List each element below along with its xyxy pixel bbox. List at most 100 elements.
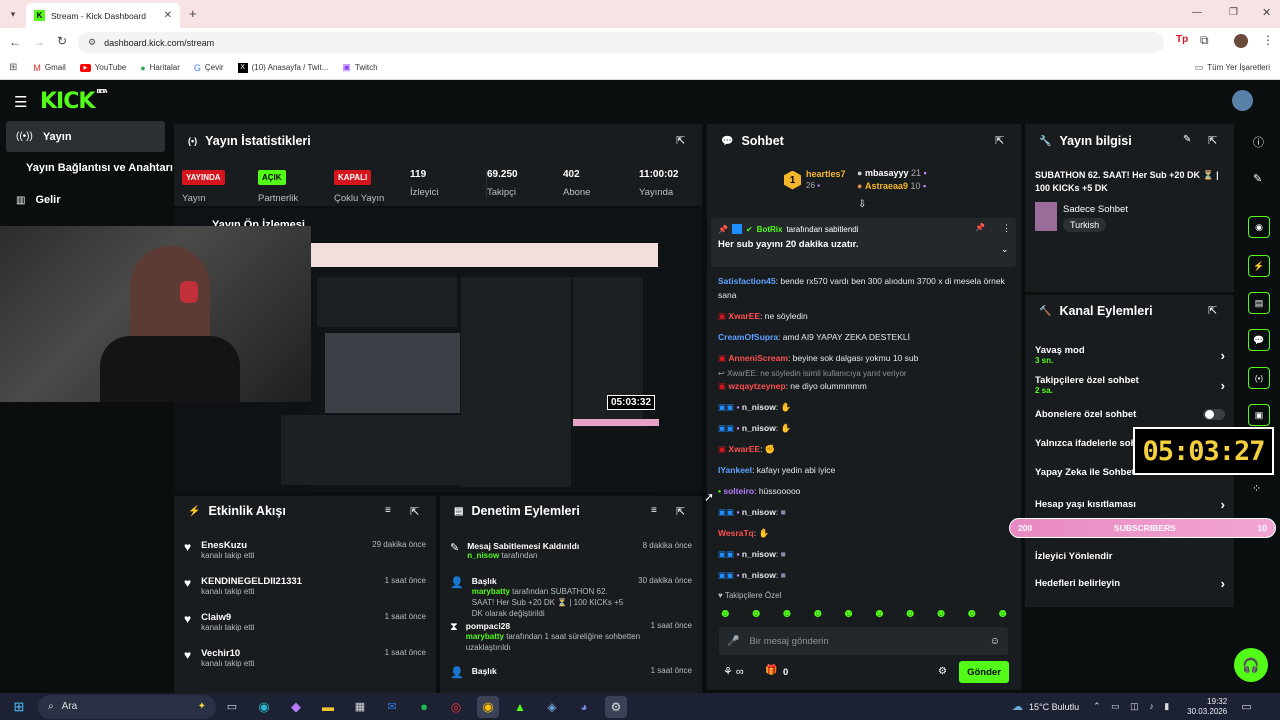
kick-logo[interactable]: KICK BETA xyxy=(40,89,108,114)
bookmark-youtube[interactable]: ▶ YouTube xyxy=(79,63,126,72)
site-info-icon[interactable]: ⚙ xyxy=(88,37,96,48)
weather-text[interactable]: 15°C Bulutlu xyxy=(1029,702,1079,712)
filter-icon[interactable]: ≡ xyxy=(385,505,391,516)
broadcast-icon[interactable]: (•) xyxy=(1248,367,1270,389)
help-button[interactable]: 🎧 xyxy=(1234,648,1268,682)
mod-user[interactable]: marybatty xyxy=(466,632,504,641)
emoji-picker-icon[interactable]: ☺ xyxy=(990,636,1000,647)
category-name[interactable]: Sadece Sohbet xyxy=(1063,204,1128,215)
chat-user[interactable]: CreamOfSupra xyxy=(718,332,778,342)
user-avatar[interactable] xyxy=(1232,90,1253,111)
edit-icon[interactable]: ✎ xyxy=(1253,172,1262,185)
action-subs-only[interactable]: Abonelere özel sohbet xyxy=(1035,409,1225,420)
bookmark-twitch[interactable]: ▣ Twitch xyxy=(342,62,377,73)
settings-gear-icon[interactable]: ⚙ xyxy=(938,666,947,677)
clock[interactable]: 19:32 30.03.2026 xyxy=(1187,697,1227,717)
expand-icon[interactable]: ⇱ xyxy=(995,134,1004,147)
chat-user[interactable]: XwarEE xyxy=(728,444,760,454)
all-bookmarks[interactable]: ▭ Tüm Yer İşaretleri xyxy=(1195,62,1270,73)
reload-icon[interactable]: ↻ xyxy=(57,34,67,48)
chat-user[interactable]: XwarEE xyxy=(728,311,760,321)
copilot-icon[interactable]: ◆ xyxy=(285,696,307,718)
bookmark-gmail[interactable]: M Gmail xyxy=(33,63,65,73)
chat-user[interactable]: solteiro xyxy=(723,486,754,496)
expand-icon[interactable]: ⇱ xyxy=(1208,304,1217,317)
new-tab-icon[interactable]: + xyxy=(189,6,197,21)
chat-user[interactable]: n_nisow xyxy=(742,549,776,559)
action-followers-only[interactable]: Takipçilere özel sohbet 2 sa. › xyxy=(1035,375,1225,395)
chat-user[interactable]: n_nisow xyxy=(742,423,776,433)
info-icon[interactable]: ⓘ xyxy=(1253,134,1264,150)
tab-search-icon[interactable]: ▾ xyxy=(7,8,19,20)
apps-grid-icon[interactable]: ⊞ xyxy=(9,62,17,73)
pinned-author[interactable]: BotRix xyxy=(757,225,783,234)
notifications-icon[interactable]: ▭ xyxy=(1241,700,1251,713)
emote-icon[interactable]: ☻ xyxy=(750,606,763,620)
sidebar-item-yayin[interactable]: ((•)) Yayın xyxy=(6,121,165,152)
expand-icon[interactable]: ⇱ xyxy=(676,134,685,147)
more-icon[interactable]: ⋮ xyxy=(1002,223,1011,234)
emote-tab[interactable]: ♥ Takipçilere Özel xyxy=(718,591,781,600)
action-goals[interactable]: Hedefleri belirleyin › xyxy=(1035,576,1225,591)
vpn-icon[interactable]: ◈ xyxy=(541,696,563,718)
lightning-icon[interactable]: ⚡ xyxy=(1248,255,1270,277)
emote-icon[interactable]: ☻ xyxy=(811,606,824,620)
edge-icon[interactable]: ◉ xyxy=(253,696,275,718)
emote-icon[interactable]: ☻ xyxy=(781,606,794,620)
send-button[interactable]: Gönder xyxy=(959,661,1009,683)
chat-user[interactable]: IYankeel xyxy=(718,465,752,475)
sidebar-item-gelir[interactable]: ▥ Gelir xyxy=(16,194,61,206)
emote-icon[interactable]: ☻ xyxy=(904,606,917,620)
panel-icon[interactable]: ▣ xyxy=(1248,404,1270,426)
spotify-icon[interactable]: ● xyxy=(413,696,435,718)
store-icon[interactable]: ▦ xyxy=(349,696,371,718)
file-explorer-icon[interactable]: ▬ xyxy=(317,696,339,718)
forward-icon[interactable]: → xyxy=(33,35,45,49)
close-window-icon[interactable]: ✕ xyxy=(1262,6,1271,19)
minimize-icon[interactable]: — xyxy=(1192,7,1202,18)
hamburger-menu-icon[interactable]: ☰ xyxy=(14,93,27,111)
bookmark-maps[interactable]: ● Haritalar xyxy=(140,63,180,73)
chat-user[interactable]: WesraTq xyxy=(718,528,754,538)
expand-icon[interactable]: ⇱ xyxy=(676,505,685,518)
mail-icon[interactable]: ✉ xyxy=(381,696,403,718)
bookmark-translate[interactable]: G Çevir xyxy=(194,63,224,73)
steam-icon[interactable]: ⚙ xyxy=(605,695,627,718)
mod-user[interactable]: n_nisow xyxy=(467,551,499,560)
leader-name[interactable]: heartles7 xyxy=(806,168,846,180)
emote-icon[interactable]: ☻ xyxy=(966,606,979,620)
chevron-down-icon[interactable]: ⇩ xyxy=(858,199,866,210)
expand-icon[interactable]: ⇱ xyxy=(1208,134,1217,147)
chat-user[interactable]: n_nisow xyxy=(742,402,776,412)
profile-avatar[interactable] xyxy=(1234,34,1248,48)
browser-tab[interactable]: K Stream - Kick Dashboard ✕ xyxy=(26,3,180,28)
close-tab-icon[interactable]: ✕ xyxy=(164,10,172,21)
sidebar-item-stream-key[interactable]: Yayın Bağlantısı ve Anahtarı xyxy=(26,162,176,174)
taskbar-search[interactable]: ⌕ Ara ✦ xyxy=(38,694,216,719)
address-bar[interactable]: ⚙ dashboard.kick.com/stream xyxy=(78,32,1164,53)
emote-icon[interactable]: ☻ xyxy=(935,606,948,620)
action-raid[interactable]: İzleyici Yönlendir xyxy=(1035,551,1225,562)
emote-icon[interactable]: ☻ xyxy=(719,606,732,620)
microphone-icon[interactable]: 🎤 xyxy=(727,636,739,647)
mod-user[interactable]: marybatty xyxy=(472,587,510,596)
task-view-icon[interactable]: ▭ xyxy=(221,696,243,718)
stream-preview-video[interactable]: 05:03:32 xyxy=(281,243,659,491)
action-slow-mode[interactable]: Yavaş mod 3 sn. › xyxy=(1035,345,1225,365)
camera-icon[interactable]: ◉ xyxy=(1248,216,1270,238)
edit-pencil-icon[interactable]: ✎ xyxy=(1183,134,1191,145)
chrome-icon[interactable]: ◉ xyxy=(477,695,499,718)
chat-user[interactable]: n_nisow xyxy=(742,570,776,580)
game-launcher-icon[interactable]: ▲ xyxy=(509,696,531,718)
chat-user[interactable]: AnneniScream xyxy=(728,353,788,363)
tray-icons[interactable]: ⌃ ▭ ◫ ♪ ▮ xyxy=(1093,701,1173,712)
filter-icon[interactable]: ≡ xyxy=(651,505,657,516)
back-icon[interactable]: ← xyxy=(9,35,21,49)
windows-start-icon[interactable]: ⊞ xyxy=(8,696,30,718)
expand-icon[interactable]: ⇱ xyxy=(410,505,419,518)
plugins-icon[interactable]: ⁘ xyxy=(1252,482,1261,495)
infinity-icon[interactable]: ⚘ ∞ xyxy=(723,665,744,678)
chat-user[interactable]: n_nisow xyxy=(742,507,776,517)
extension-icon[interactable]: Tp xyxy=(1176,34,1188,45)
unpin-icon[interactable]: 📌 xyxy=(975,223,985,232)
